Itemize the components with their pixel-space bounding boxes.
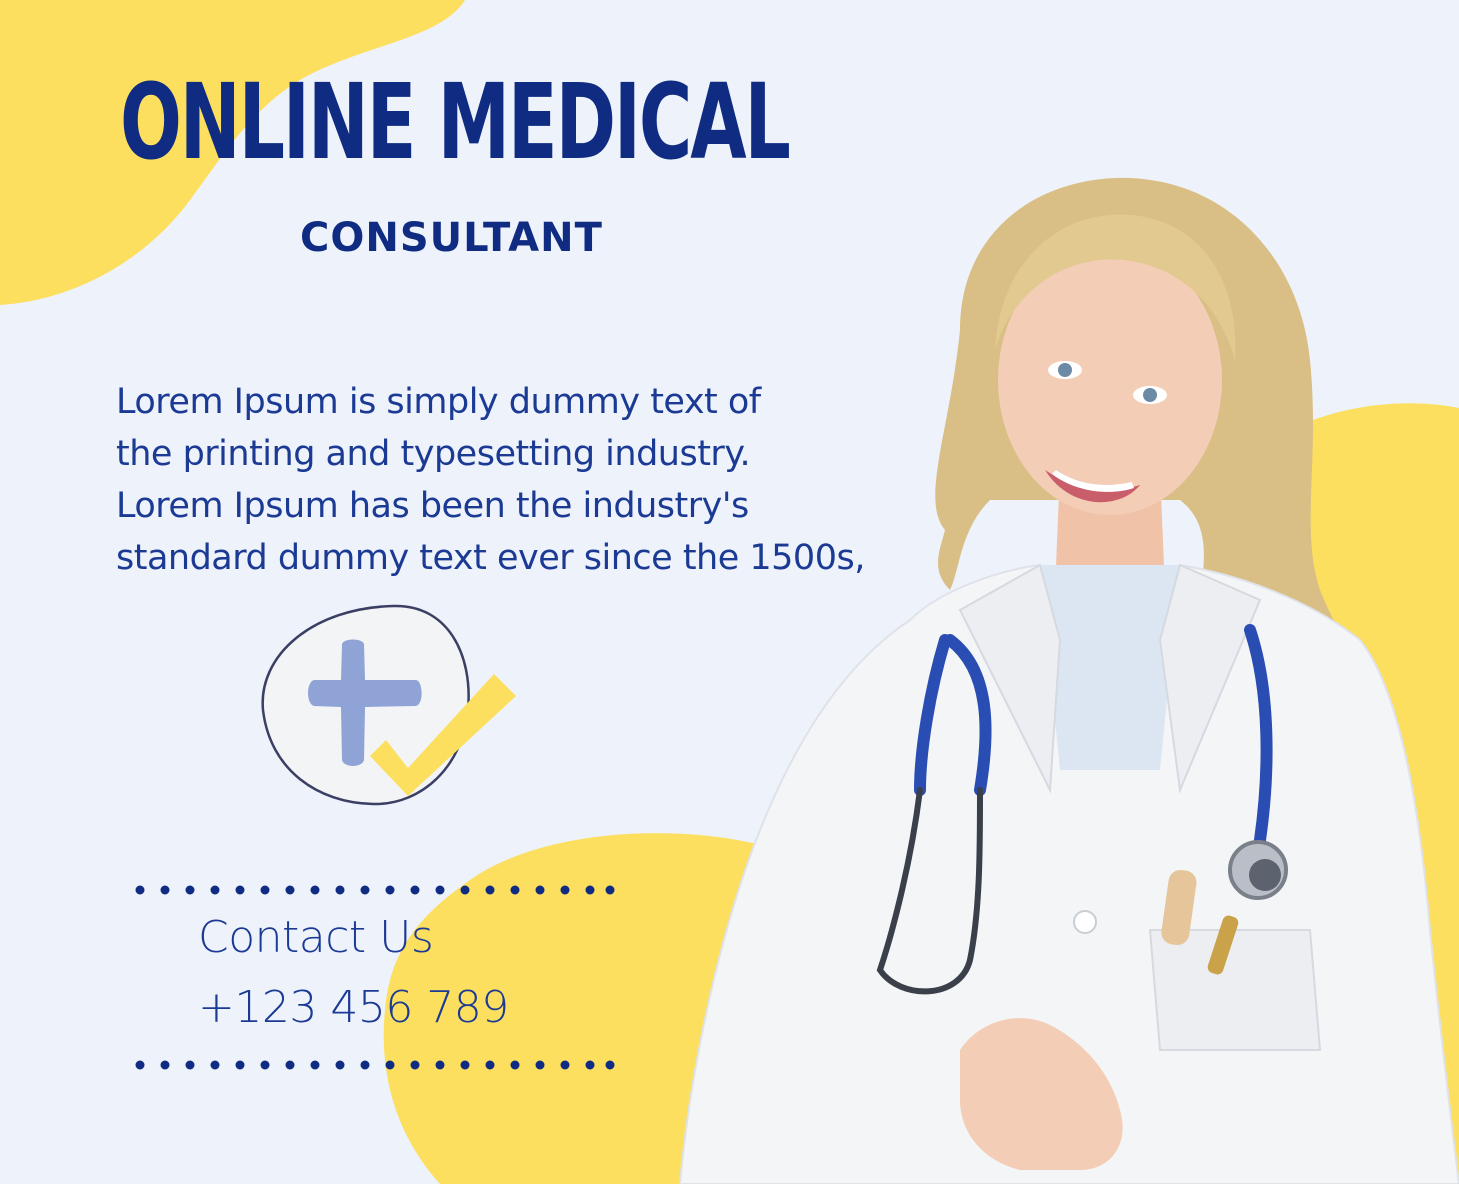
doctor-photo [678, 177, 1459, 1184]
dotted-divider-top [135, 885, 615, 895]
contact-label: Contact Us [198, 912, 434, 963]
medical-cross-check-icon [261, 604, 516, 806]
contact-phone[interactable]: +123 456 789 [198, 986, 509, 1030]
shirt [1040, 565, 1180, 770]
page-subtitle: CONSULTANT [300, 215, 603, 261]
poster: ONLINE MEDICAL CONSULTANT Lorem Ipsum is… [0, 0, 1459, 1184]
dotted-divider-bottom [135, 1060, 615, 1070]
coat-button [1073, 910, 1097, 934]
page-title: ONLINE MEDICAL [120, 61, 791, 183]
coat-pocket [1148, 929, 1322, 1051]
